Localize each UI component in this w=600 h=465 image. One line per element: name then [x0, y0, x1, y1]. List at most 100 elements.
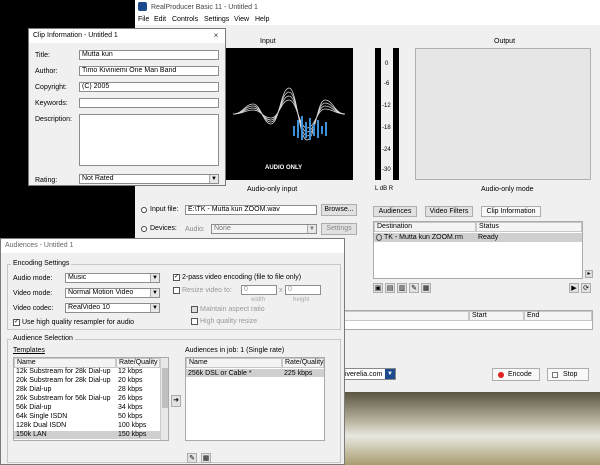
- menu-edit[interactable]: Edit: [154, 15, 166, 24]
- job-name-header[interactable]: [344, 311, 469, 321]
- template-row[interactable]: 26k Substream for 56k Dial-up 26 kbps: [14, 395, 160, 403]
- edit-pencil-icon[interactable]: ✎: [187, 453, 197, 463]
- chevron-down-icon: ▼: [150, 289, 159, 297]
- resize-option[interactable]: Resize video to:: [173, 286, 232, 295]
- video-codec-combo[interactable]: RealVideo 10 ▼: [65, 303, 160, 313]
- job-row[interactable]: 256k DSL or Cable * 225 kbps: [186, 369, 324, 377]
- clip-rating-label: Rating:: [35, 177, 58, 184]
- tab-video-filters[interactable]: Video Filters: [425, 206, 473, 217]
- template-row[interactable]: 20k Substream for 28k Dial-up 20 kbps: [14, 377, 160, 385]
- clip-author-field[interactable]: Timo Kiviniemi One Man Band: [79, 66, 219, 76]
- template-row[interactable]: 28k Dial-up 28 kbps: [14, 386, 160, 394]
- template-row-selected[interactable]: 150k LAN 150 kbps: [14, 431, 160, 439]
- high-quality-resize-checkbox[interactable]: [191, 317, 198, 325]
- encode-button[interactable]: Encode: [492, 368, 540, 381]
- audiences-dialog: Audiences - Untitled 1 Encoding Settings…: [0, 238, 345, 465]
- clip-rating-combo[interactable]: Not Rated ▼: [79, 174, 219, 184]
- template-row[interactable]: 56k Dial-up 34 kbps: [14, 404, 160, 412]
- job-rate-col-header[interactable]: Rate/Quality: [282, 358, 324, 368]
- job-name-col-header[interactable]: Name: [186, 358, 282, 368]
- server-icon[interactable]: ▤: [385, 283, 395, 293]
- audio-meter-left: [375, 48, 381, 180]
- devices-label: Devices:: [150, 225, 177, 232]
- end-header[interactable]: End: [524, 311, 592, 321]
- app-icon: [138, 2, 147, 11]
- browse-button[interactable]: Browse...: [321, 204, 357, 216]
- destination-row-status: Ready: [478, 234, 499, 241]
- menu-file[interactable]: File: [138, 15, 149, 24]
- tab-clip-information[interactable]: Clip Information: [481, 206, 541, 217]
- resampler-option[interactable]: ✓ Use high quality resampler for audio: [13, 318, 134, 327]
- menu-view[interactable]: View: [234, 15, 249, 24]
- devices-radio[interactable]: [141, 226, 147, 232]
- audience-selection-title: Audience Selection: [11, 335, 75, 342]
- add-audience-button[interactable]: ➜: [171, 395, 181, 407]
- scroll-thumb[interactable]: [162, 368, 168, 408]
- meter-tick-12: -12: [382, 103, 391, 109]
- tab-audiences[interactable]: Audiences: [373, 206, 417, 217]
- start-header[interactable]: Start: [469, 311, 524, 321]
- template-rate: 26 kbps: [118, 395, 143, 402]
- maintain-aspect-option[interactable]: Maintain aspect ratio: [191, 305, 265, 314]
- audiences-title-bar: Audiences - Untitled 1: [1, 239, 344, 253]
- refresh-icon[interactable]: ⟳: [581, 283, 591, 293]
- resize-x-label: x: [279, 287, 283, 294]
- template-rate: 34 kbps: [118, 404, 143, 411]
- templates-name-header[interactable]: Name: [14, 358, 116, 368]
- clip-copyright-field[interactable]: (C) 2005: [79, 82, 219, 92]
- two-pass-option[interactable]: ✓ 2-pass video encoding (file to file onl…: [173, 273, 301, 282]
- device-settings-button[interactable]: Settings: [321, 223, 357, 235]
- menu-settings[interactable]: Settings: [204, 15, 229, 24]
- template-rate: 150 kbps: [118, 431, 147, 438]
- templates-rate-header[interactable]: Rate/Quality: [116, 358, 160, 368]
- template-rate: 12 kbps: [118, 368, 143, 375]
- video-mode-combo[interactable]: Normal Motion Video ▼: [65, 288, 160, 298]
- edit-pencil-icon[interactable]: ✎: [409, 283, 419, 293]
- audio-mode-combo[interactable]: Music ▼: [65, 273, 160, 283]
- template-name: 20k Substream for 28k Dial-up: [16, 377, 111, 384]
- resize-checkbox[interactable]: [173, 286, 180, 294]
- template-row[interactable]: 128k Dual ISDN 100 kbps: [14, 422, 160, 430]
- save-icon[interactable]: ▣: [373, 283, 383, 293]
- chevron-down-icon: ▼: [150, 274, 159, 282]
- dest-settings-icon[interactable]: ▥: [397, 283, 407, 293]
- two-pass-label: 2-pass video encoding (file to file only…: [182, 274, 302, 281]
- templates-list: Name Rate/Quality 12k Substream for 28k …: [13, 357, 169, 441]
- template-rate: 100 kbps: [118, 422, 147, 429]
- template-row[interactable]: 64k Single ISDN 50 kbps: [14, 413, 160, 421]
- audio-device-combo[interactable]: None ▼: [211, 224, 317, 234]
- chevron-down-icon: ▼: [150, 304, 159, 312]
- high-quality-resize-option[interactable]: High quality resize: [191, 317, 257, 326]
- input-file-field[interactable]: E:\TK - Mutta kun ZOOM.wav: [185, 205, 317, 215]
- url-combo[interactable]: tiverelia.com ▼: [340, 368, 396, 380]
- trash-icon[interactable]: ▦: [201, 453, 211, 463]
- resampler-checkbox[interactable]: ✓: [13, 318, 20, 326]
- clip-info-title-bar: Clip Information - Untitled 1: [29, 29, 225, 43]
- stop-button[interactable]: Stop: [547, 368, 589, 381]
- audio-wave-icon: [232, 87, 346, 141]
- chevron-down-icon: ▼: [385, 369, 395, 379]
- input-file-radio[interactable]: [141, 207, 147, 213]
- resize-height-field[interactable]: 0: [285, 285, 321, 295]
- status-header[interactable]: Status: [476, 222, 582, 232]
- clip-keywords-field[interactable]: [79, 98, 219, 108]
- destination-row[interactable]: TK - Mutta kun ZOOM.rm Ready: [374, 233, 582, 242]
- trash-icon[interactable]: ▦: [421, 283, 431, 293]
- templates-scrollbar[interactable]: [160, 358, 168, 440]
- maintain-aspect-checkbox[interactable]: [191, 305, 198, 313]
- menu-help[interactable]: Help: [255, 15, 269, 24]
- destination-header[interactable]: Destination: [374, 222, 476, 232]
- play-icon[interactable]: ▶: [569, 283, 579, 293]
- meter-tick-24: -24: [382, 147, 391, 153]
- clip-title-field[interactable]: Mutta kun: [79, 50, 219, 60]
- audio-device-label: Audio:: [185, 226, 205, 233]
- scroll-right-icon[interactable]: ▸: [585, 270, 593, 278]
- close-icon[interactable]: ×: [211, 31, 221, 41]
- template-row[interactable]: 12k Substream for 28k Dial-up 12 kbps: [14, 368, 160, 376]
- resize-width-field[interactable]: 0: [241, 285, 277, 295]
- clip-description-field[interactable]: [79, 114, 219, 166]
- stop-icon: [552, 372, 558, 378]
- two-pass-checkbox[interactable]: ✓: [173, 273, 180, 281]
- template-name: 128k Dual ISDN: [16, 422, 67, 429]
- menu-controls[interactable]: Controls: [172, 15, 198, 24]
